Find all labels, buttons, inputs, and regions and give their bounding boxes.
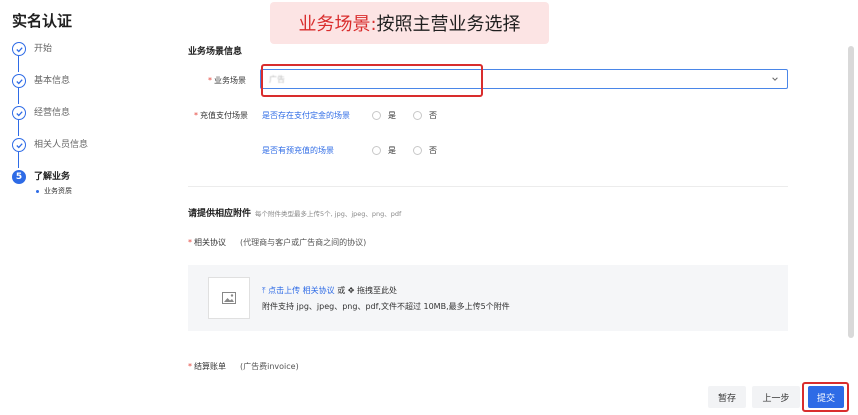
upload-tip: 附件支持 jpg、jpeg、png、pdf,文件不超过 10MB,最多上传5个附… bbox=[262, 302, 510, 311]
annotation-callout: 业务场景: 按照主营业务选择 bbox=[270, 2, 549, 44]
step-label: 开始 bbox=[34, 44, 53, 54]
step-label: 相关人员信息 bbox=[34, 140, 89, 150]
vertical-scrollbar[interactable] bbox=[848, 46, 854, 338]
prepaid-no-radio[interactable]: 否 bbox=[413, 145, 437, 156]
bullet-icon bbox=[36, 189, 39, 193]
annotation-highlight-submit bbox=[802, 382, 849, 412]
prepaid-question: 是否有预充值的场景 bbox=[262, 146, 334, 155]
step-label: 基本信息 bbox=[34, 76, 71, 86]
image-placeholder-icon bbox=[208, 277, 250, 319]
section-title-attachments: 请提供相应附件 每个附件类型最多上传5个, jpg、jpeg、png、pdf bbox=[188, 209, 402, 219]
annotation-highlight-select bbox=[261, 64, 483, 97]
upload-instructions: ⤒ 点击上传 相关协议 或 ✥ 拖拽至此处 bbox=[262, 286, 397, 295]
upload-icon: ⤒ bbox=[262, 286, 266, 295]
chevron-down-icon bbox=[772, 77, 778, 81]
step-number: 5 bbox=[12, 170, 26, 184]
deposit-question: 是否存在支付定金的场景 bbox=[262, 111, 350, 120]
substep-business-qualification[interactable]: 业务资质 bbox=[36, 186, 72, 196]
callout-text: 按照主营业务选择 bbox=[376, 14, 521, 35]
check-icon bbox=[12, 138, 26, 152]
section-title-business-scene: 业务场景信息 bbox=[188, 47, 243, 57]
prepaid-yes-radio[interactable]: 是 bbox=[372, 145, 396, 156]
page-title: 实名认证 bbox=[12, 12, 73, 30]
deposit-yes-radio[interactable]: 是 bbox=[372, 110, 396, 121]
step-connector bbox=[18, 120, 19, 136]
agreement-label: * 相关协议 (代理商与客户或广告商之间的协议) bbox=[188, 238, 367, 247]
save-draft-button[interactable]: 暂存 bbox=[708, 386, 746, 408]
attachment-hint: 每个附件类型最多上传5个, jpg、jpeg、png、pdf bbox=[255, 210, 402, 218]
drag-icon: ✥ bbox=[347, 286, 355, 295]
check-icon bbox=[12, 42, 26, 56]
check-icon bbox=[12, 106, 26, 120]
step-label: 经营信息 bbox=[34, 108, 71, 118]
upload-dropzone[interactable]: ⤒ 点击上传 相关协议 或 ✥ 拖拽至此处 附件支持 jpg、jpeg、png、… bbox=[188, 265, 788, 331]
business-scene-label: * 业务场景 bbox=[208, 76, 246, 85]
step-connector bbox=[18, 56, 19, 72]
check-icon bbox=[12, 74, 26, 88]
step-connector bbox=[18, 152, 19, 168]
previous-step-button[interactable]: 上一步 bbox=[752, 386, 800, 408]
section-divider bbox=[188, 186, 788, 187]
deposit-no-radio[interactable]: 否 bbox=[413, 110, 437, 121]
step-label: 了解业务 bbox=[34, 172, 71, 182]
invoice-label: * 结算账单 (广告费invoice) bbox=[188, 362, 299, 371]
click-upload-link[interactable]: 点击上传 bbox=[268, 286, 300, 295]
prepaid-scene-label: * 充值支付场景 bbox=[194, 111, 248, 120]
step-connector bbox=[18, 88, 19, 104]
callout-highlight: 业务场景: bbox=[298, 14, 377, 35]
